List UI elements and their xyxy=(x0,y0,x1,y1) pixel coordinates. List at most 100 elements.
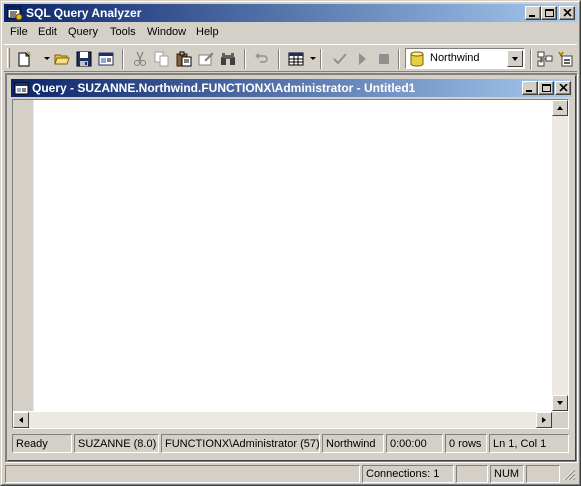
chevron-down-icon[interactable] xyxy=(507,50,523,67)
mdi-client-area: Query - SUZANNE.Northwind.FUNCTIONX\Admi… xyxy=(5,73,578,463)
menu-tools[interactable]: Tools xyxy=(110,26,136,38)
query-window-title: Query - SUZANNE.Northwind.FUNCTIONX\Admi… xyxy=(32,81,416,95)
status-elapsed: 0:00:00 xyxy=(386,434,443,453)
menu-help[interactable]: Help xyxy=(196,26,219,38)
status-scroll xyxy=(526,465,560,483)
load-script-button[interactable] xyxy=(96,49,116,69)
close-button[interactable] xyxy=(559,6,575,20)
arrow-right-icon xyxy=(542,417,546,423)
toolbar-separator xyxy=(530,49,532,69)
menubar: File Edit Query Tools Window Help xyxy=(4,24,577,42)
arrow-down-icon xyxy=(557,401,563,405)
app-status-bar: Connections: 1 NUM xyxy=(5,465,578,483)
clear-window-icon xyxy=(198,52,214,66)
horizontal-scrollbar[interactable] xyxy=(13,412,552,428)
toolbar-separator xyxy=(398,49,400,69)
results-mode-icon xyxy=(288,52,304,66)
query-window-titlebar[interactable]: Query - SUZANNE.Northwind.FUNCTIONX\Admi… xyxy=(11,79,572,97)
menu-query[interactable]: Query xyxy=(68,26,98,38)
new-query-icon xyxy=(18,51,32,67)
maximize-icon xyxy=(542,84,551,92)
app-titlebar[interactable]: SQL Query Analyzer xyxy=(4,4,577,22)
editor-gutter xyxy=(13,100,34,411)
minimize-button[interactable] xyxy=(525,6,541,20)
undo-button[interactable] xyxy=(252,49,272,69)
object-browser-button[interactable] xyxy=(535,49,555,69)
minimize-icon xyxy=(529,15,535,17)
arrow-left-icon xyxy=(19,417,23,423)
status-num: NUM xyxy=(490,465,524,483)
execute-icon xyxy=(359,53,366,65)
object-search-button[interactable] xyxy=(555,49,575,69)
query-editor-frame xyxy=(12,99,569,429)
parse-icon xyxy=(333,53,347,65)
query-editor[interactable] xyxy=(35,100,552,411)
resize-grip[interactable] xyxy=(562,467,576,481)
vertical-scrollbar[interactable] xyxy=(552,100,568,411)
status-rows: 0 rows xyxy=(445,434,487,453)
query-minimize-button[interactable] xyxy=(522,81,538,95)
parse-query-button[interactable] xyxy=(330,49,350,69)
clear-window-button[interactable] xyxy=(196,49,216,69)
toolbar: Northwind xyxy=(4,44,577,72)
undo-icon xyxy=(255,53,268,63)
save-icon xyxy=(76,51,92,67)
cancel-query-icon xyxy=(379,54,389,64)
cut-button[interactable] xyxy=(130,49,150,69)
scroll-left-button[interactable] xyxy=(13,412,29,428)
database-select-value: Northwind xyxy=(430,52,480,64)
find-icon xyxy=(221,53,235,65)
status-state: Ready xyxy=(12,434,72,453)
execute-query-button[interactable] xyxy=(352,49,372,69)
copy-button[interactable] xyxy=(152,49,172,69)
status-caps xyxy=(456,465,488,483)
status-position: Ln 1, Col 1 xyxy=(489,434,569,453)
new-query-button[interactable] xyxy=(14,49,34,69)
new-query-dropdown-icon[interactable] xyxy=(44,57,50,60)
object-search-icon xyxy=(558,51,573,67)
database-icon xyxy=(410,51,424,70)
toolbar-separator xyxy=(244,49,246,69)
status-connections: Connections: 1 xyxy=(362,465,454,483)
toolbar-separator xyxy=(320,49,322,69)
menu-file[interactable]: File xyxy=(10,26,28,38)
cut-icon xyxy=(134,51,146,66)
database-select[interactable]: Northwind xyxy=(405,48,525,69)
status-user: FUNCTIONX\Administrator (57) xyxy=(161,434,320,453)
menu-window[interactable]: Window xyxy=(147,26,186,38)
menu-edit[interactable]: Edit xyxy=(38,26,57,38)
open-button[interactable] xyxy=(52,49,72,69)
query-close-button[interactable] xyxy=(555,81,571,95)
maximize-button[interactable] xyxy=(541,6,557,20)
results-mode-button[interactable] xyxy=(286,49,306,69)
close-icon xyxy=(563,9,572,17)
results-mode-dropdown-icon[interactable] xyxy=(310,57,316,60)
status-message xyxy=(5,465,360,483)
maximize-icon xyxy=(545,9,554,17)
query-window-icon xyxy=(14,80,30,99)
copy-icon xyxy=(154,51,169,67)
arrow-up-icon xyxy=(557,106,563,110)
minimize-icon xyxy=(526,90,532,92)
query-maximize-button[interactable] xyxy=(538,81,554,95)
close-icon xyxy=(559,84,568,92)
cancel-query-button[interactable] xyxy=(374,49,394,69)
scroll-up-button[interactable] xyxy=(552,100,568,116)
paste-icon xyxy=(176,51,192,67)
toolbar-separator xyxy=(278,49,280,69)
paste-button[interactable] xyxy=(174,49,194,69)
toolbar-grip[interactable] xyxy=(7,48,10,68)
status-database: Northwind xyxy=(322,434,384,453)
app-window: SQL Query Analyzer File Edit Query Tools… xyxy=(0,0,581,486)
scroll-right-button[interactable] xyxy=(536,412,552,428)
object-browser-icon xyxy=(537,51,553,67)
app-title: SQL Query Analyzer xyxy=(26,6,142,20)
status-server: SUZANNE (8.0) xyxy=(74,434,159,453)
find-button[interactable] xyxy=(218,49,238,69)
save-button[interactable] xyxy=(74,49,94,69)
toolbar-separator xyxy=(122,49,124,69)
scroll-down-button[interactable] xyxy=(552,395,568,411)
open-icon xyxy=(54,54,70,65)
resize-grip-icon xyxy=(563,468,576,481)
load-script-icon xyxy=(98,52,114,66)
